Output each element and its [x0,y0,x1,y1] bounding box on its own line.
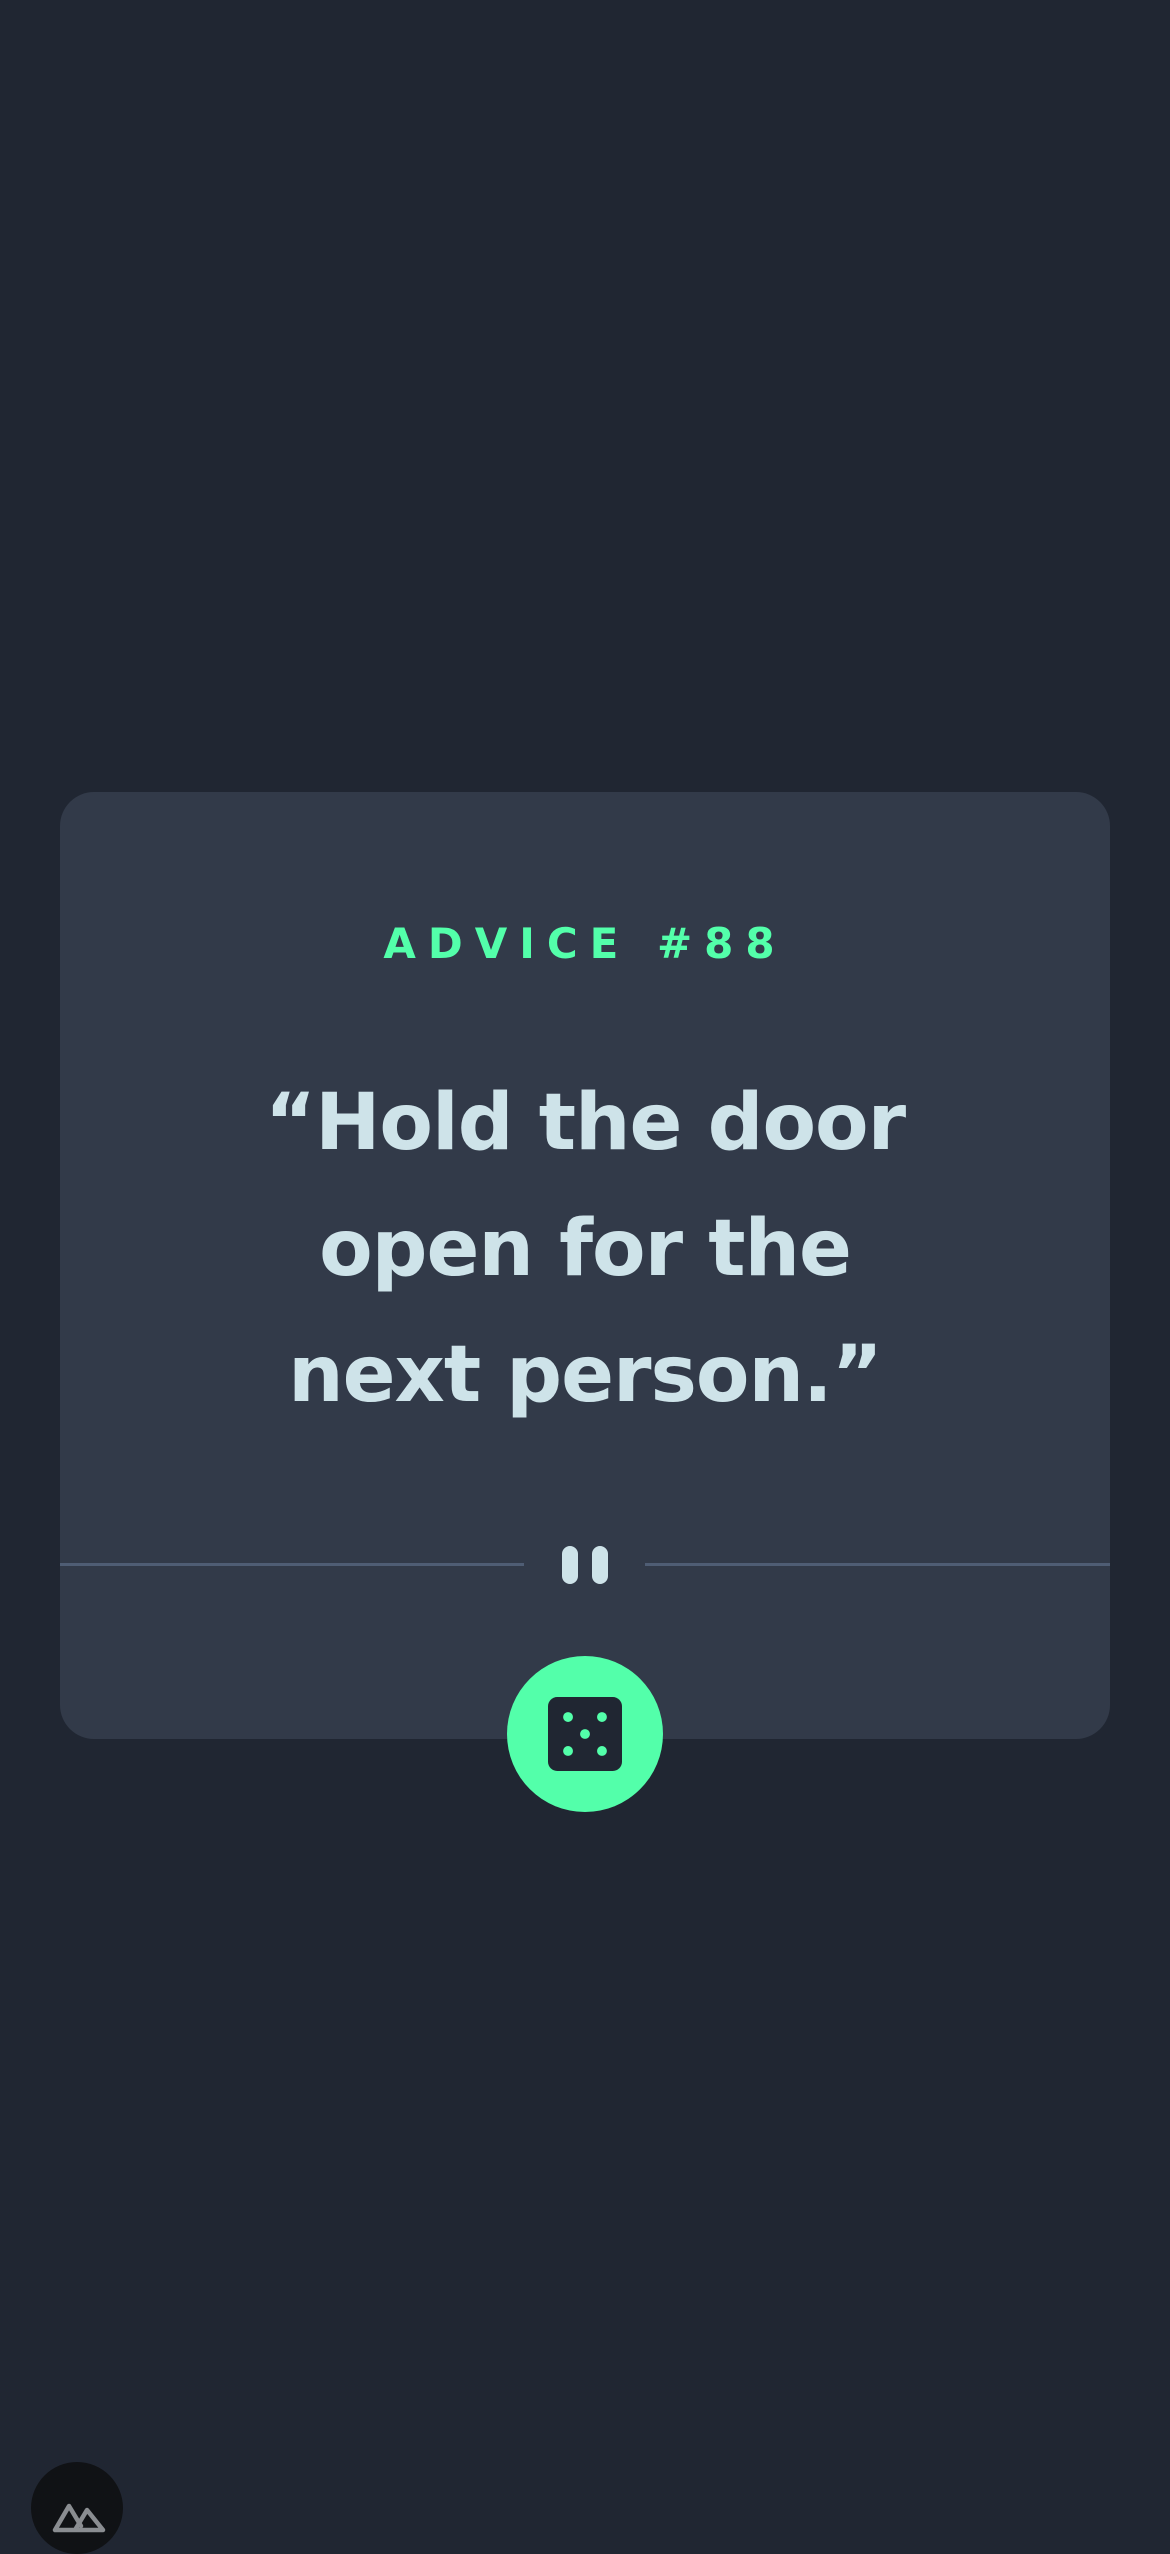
divider-line-right [645,1563,1110,1566]
generate-advice-button[interactable] [507,1656,663,1812]
advice-quote: “Hold the door open for the next person.… [264,1078,906,1420]
divider-line-left [60,1563,524,1566]
dice-icon [548,1697,622,1771]
nuxt-logo-icon [52,2503,106,2533]
pause-icon [560,1546,610,1584]
pause-bar-left [562,1546,578,1584]
pause-bar-right [592,1546,608,1584]
advice-card: ADVICE #88 “Hold the door open for the n… [60,792,1110,1739]
nuxt-devtools-badge[interactable] [31,2462,123,2554]
advice-number-label: ADVICE #88 [383,919,787,968]
